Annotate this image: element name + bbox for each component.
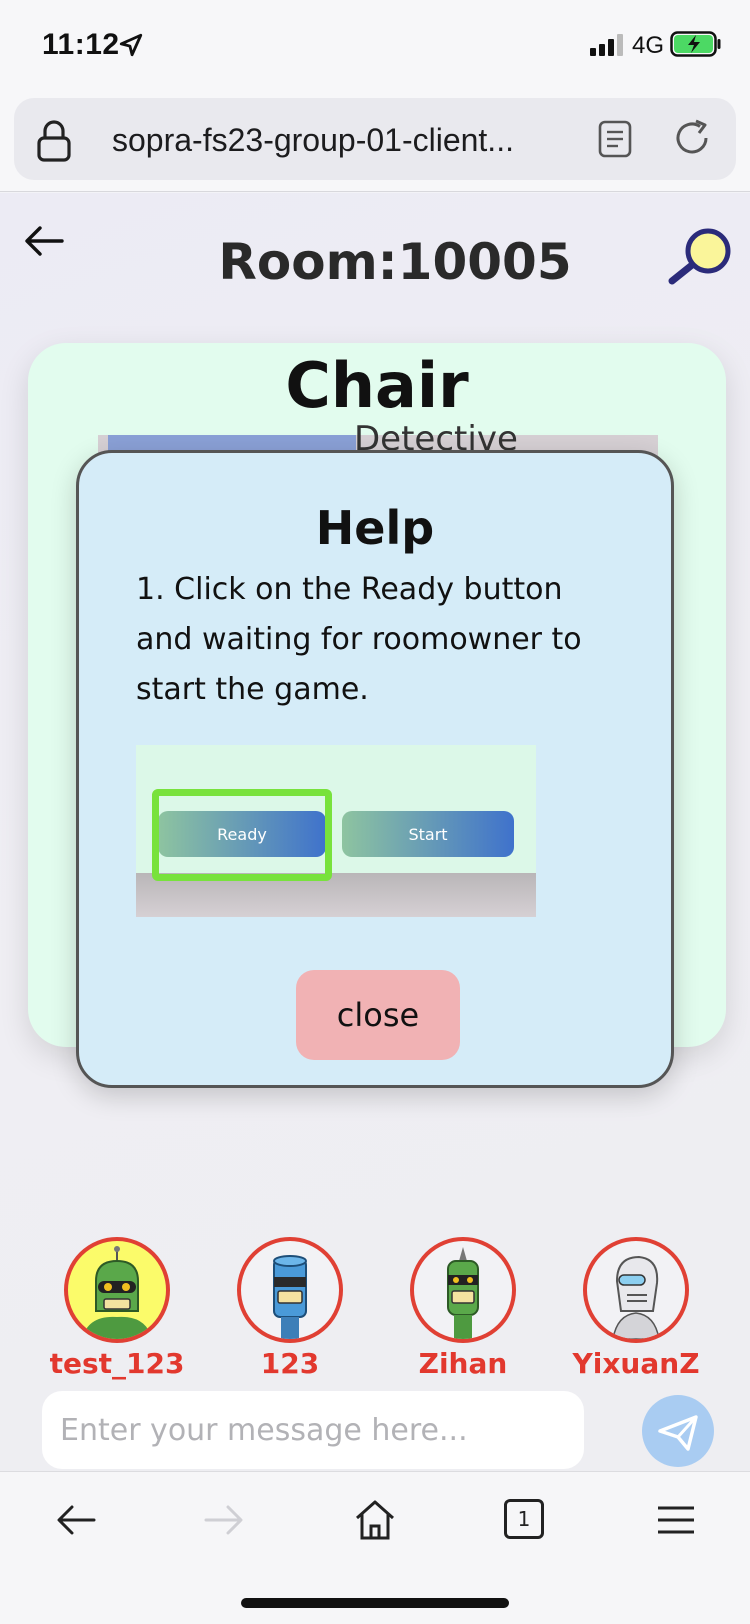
modal-title: Help	[315, 501, 435, 555]
preview-start-button: Start	[342, 811, 514, 857]
player-slot[interactable]: 123	[205, 1237, 375, 1380]
player-slot[interactable]: YixuanZ	[551, 1237, 721, 1380]
player-name: YixuanZ	[572, 1347, 700, 1380]
network-label: 4G	[632, 32, 665, 59]
lock-icon	[37, 120, 71, 162]
help-instructions: 1. Click on the Ready button and waiting…	[136, 572, 582, 707]
preview-highlight-box	[152, 789, 332, 881]
reader-mode-icon[interactable]	[598, 120, 632, 158]
browser-forward-icon[interactable]	[200, 1496, 248, 1544]
home-icon[interactable]	[351, 1496, 399, 1544]
player-name: Zihan	[418, 1347, 508, 1380]
location-arrow-icon	[119, 33, 143, 57]
player-slot[interactable]: test_123	[32, 1237, 202, 1380]
home-indicator	[241, 1598, 509, 1608]
chat-message-input[interactable]	[42, 1391, 584, 1469]
robot-avatar-icon	[612, 1255, 660, 1339]
menu-icon[interactable]	[652, 1496, 700, 1544]
robot-avatar-icon	[447, 1247, 479, 1339]
address-bar[interactable]: sopra-fs23-group-01-client...	[14, 98, 736, 180]
close-button[interactable]: close	[296, 970, 460, 1060]
avatar	[237, 1237, 343, 1343]
help-modal: Help 1. Click on the Ready button and wa…	[76, 450, 674, 1088]
signal-icon	[590, 34, 623, 56]
avatar	[64, 1237, 170, 1343]
magnifier-icon[interactable]	[666, 227, 734, 285]
avatar	[410, 1237, 516, 1343]
send-button[interactable]	[642, 1395, 714, 1467]
paper-plane-icon	[658, 1415, 698, 1451]
reload-icon[interactable]	[672, 118, 712, 158]
robot-avatar-icon	[82, 1246, 152, 1339]
battery-charging-icon	[670, 31, 721, 57]
tabs-button[interactable]: 1	[504, 1499, 544, 1539]
room-title: Room:10005	[218, 233, 572, 291]
browser-back-icon[interactable]	[52, 1496, 100, 1544]
avatar	[583, 1237, 689, 1343]
browser-toolbar: 1	[0, 1471, 750, 1624]
robot-avatar-icon	[273, 1255, 307, 1339]
player-name: test_123	[49, 1347, 185, 1380]
player-slot[interactable]: Zihan	[378, 1237, 548, 1380]
help-preview-image: Ready Start	[136, 745, 536, 917]
status-bar: 11:12 4G	[0, 0, 750, 92]
status-time: 11:12	[42, 28, 120, 61]
url-text[interactable]: sopra-fs23-group-01-client...	[112, 122, 514, 159]
browser-address-area: sopra-fs23-group-01-client...	[0, 92, 750, 192]
secret-word: Chair	[285, 349, 469, 422]
player-name: 123	[260, 1347, 320, 1380]
